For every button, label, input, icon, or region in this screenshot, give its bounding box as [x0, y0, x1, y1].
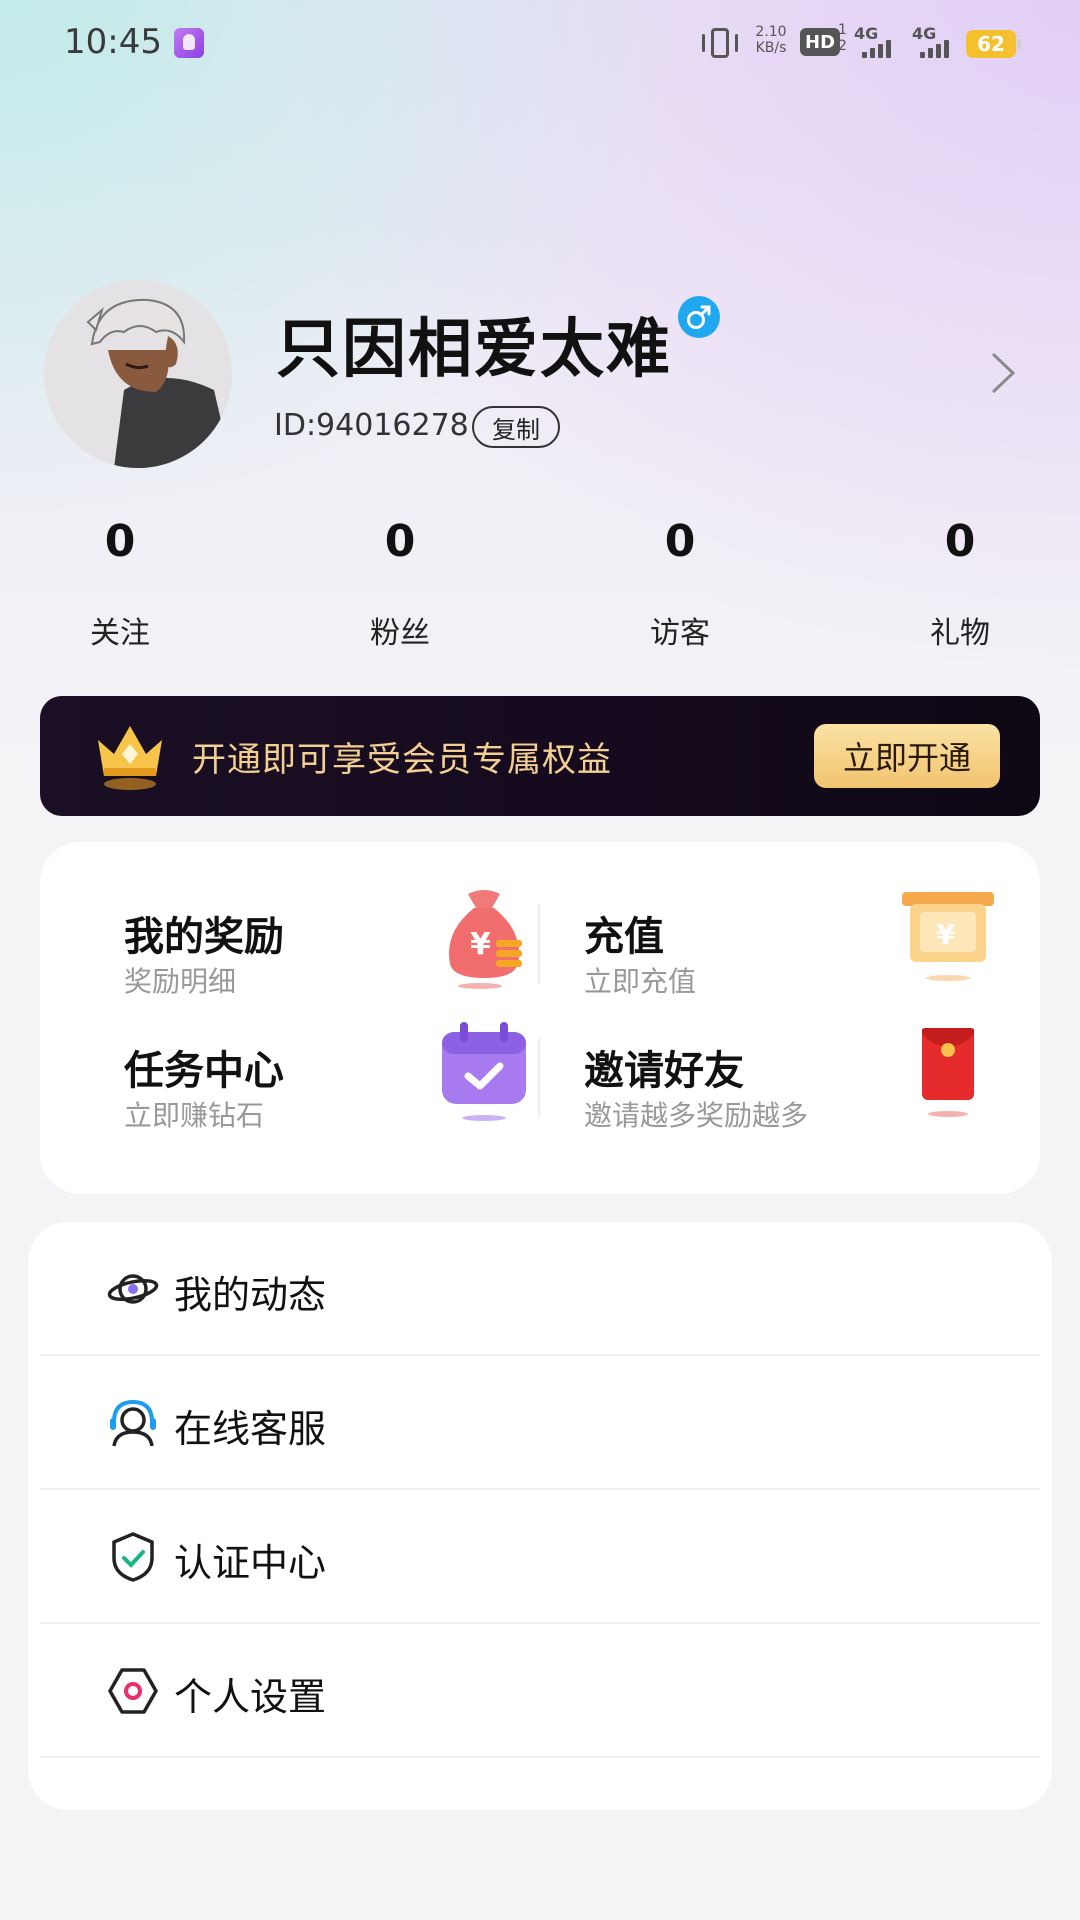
- signal-icon-sim2: 4G: [912, 24, 960, 60]
- menu-item-label: 认证中心: [174, 1541, 327, 1585]
- sim-indicator: 1 2: [838, 22, 847, 60]
- menu-item-customer-service[interactable]: 在线客服: [40, 1356, 1040, 1490]
- customer-service-icon: [106, 1396, 160, 1450]
- yuan-box-icon: ¥: [898, 882, 998, 992]
- stat-fans[interactable]: 0 粉丝: [320, 516, 480, 652]
- red-envelope-icon: [898, 1016, 998, 1126]
- avatar[interactable]: [44, 280, 232, 468]
- vibrate-icon: [700, 24, 740, 62]
- copy-id-button[interactable]: 复制: [472, 406, 560, 448]
- hexagon-settings-icon: [106, 1664, 160, 1718]
- status-bar: 10:45 2.10 KB/s HD 1 2 4G 4G 62: [0, 0, 1080, 86]
- stat-value: 0: [944, 516, 976, 567]
- status-time: 10:45: [64, 22, 162, 62]
- stat-label: 关注: [90, 616, 150, 651]
- stat-label: 访客: [650, 616, 710, 651]
- menu-item-settings[interactable]: 个人设置: [40, 1624, 1040, 1758]
- rewards-card: 我的奖励 奖励明细 ¥ 充值 立即充值 ¥ 任务中心 立即赚钻石 邀请好友 邀请…: [40, 842, 1040, 1194]
- network-speed-value: 2.10: [755, 24, 787, 40]
- menu-item-my-posts[interactable]: 我的动态: [40, 1222, 1040, 1356]
- reward-subtitle: 立即充值: [584, 965, 697, 998]
- svg-text:¥: ¥: [470, 927, 491, 962]
- stat-label: 礼物: [930, 616, 990, 651]
- battery-icon: 62: [966, 30, 1021, 58]
- reward-title: 任务中心: [124, 1048, 284, 1094]
- stat-following[interactable]: 0 关注: [40, 516, 200, 652]
- open-vip-button[interactable]: 立即开通: [814, 724, 1000, 788]
- crown-icon: [90, 716, 170, 796]
- male-gender-icon: [678, 296, 720, 338]
- stat-gifts[interactable]: 0 礼物: [880, 516, 1040, 652]
- reward-subtitle: 奖励明细: [124, 965, 237, 998]
- reward-subtitle: 邀请越多奖励越多: [584, 1099, 809, 1132]
- divider: [40, 1756, 1040, 1758]
- menu-item-label: 个人设置: [174, 1675, 327, 1719]
- divider: [538, 904, 540, 984]
- vip-banner[interactable]: 开通即可享受会员专属权益 立即开通: [40, 696, 1040, 816]
- stat-visitors[interactable]: 0 访客: [600, 516, 760, 652]
- reward-title: 邀请好友: [584, 1048, 744, 1094]
- chevron-right-icon[interactable]: [988, 350, 1018, 396]
- stat-value: 0: [664, 516, 696, 567]
- calendar-check-icon: [434, 1016, 534, 1126]
- menu-card: 我的动态 在线客服 认证中心 个人设置: [28, 1222, 1052, 1810]
- menu-item-verification[interactable]: 认证中心: [40, 1490, 1040, 1624]
- username: 只因相爱太难: [276, 313, 672, 387]
- menu-item-label: 我的动态: [174, 1273, 327, 1317]
- planet-icon: [106, 1262, 160, 1316]
- stat-label: 粉丝: [370, 616, 430, 651]
- sim1-label: 1: [838, 22, 847, 38]
- money-bag-icon: ¥: [434, 882, 534, 992]
- network-speed-unit: KB/s: [755, 40, 787, 56]
- app-notification-icon: [174, 28, 204, 58]
- stat-value: 0: [384, 516, 416, 567]
- reward-subtitle: 立即赚钻石: [124, 1099, 265, 1132]
- stat-value: 0: [104, 516, 136, 567]
- invite-friends-item[interactable]: 邀请好友 邀请越多奖励越多: [584, 1028, 1004, 1158]
- reward-title: 我的奖励: [124, 914, 284, 960]
- shield-check-icon: [106, 1530, 160, 1584]
- vip-banner-text: 开通即可享受会员专属权益: [192, 740, 612, 780]
- signal-icon-sim1: 4G: [854, 24, 902, 60]
- menu-item-label: 在线客服: [174, 1407, 327, 1451]
- my-rewards-item[interactable]: 我的奖励 奖励明细 ¥: [124, 890, 544, 1024]
- reward-title: 充值: [584, 914, 664, 960]
- divider: [538, 1038, 540, 1118]
- task-center-item[interactable]: 任务中心 立即赚钻石: [124, 1022, 544, 1158]
- svg-text:¥: ¥: [936, 918, 956, 951]
- sim2-label: 2: [838, 38, 847, 54]
- user-id: ID:94016278: [274, 408, 469, 443]
- hd-voice-icon: HD: [800, 28, 841, 56]
- recharge-item[interactable]: 充值 立即充值 ¥: [584, 892, 1004, 1024]
- network-speed: 2.10 KB/s: [752, 24, 790, 62]
